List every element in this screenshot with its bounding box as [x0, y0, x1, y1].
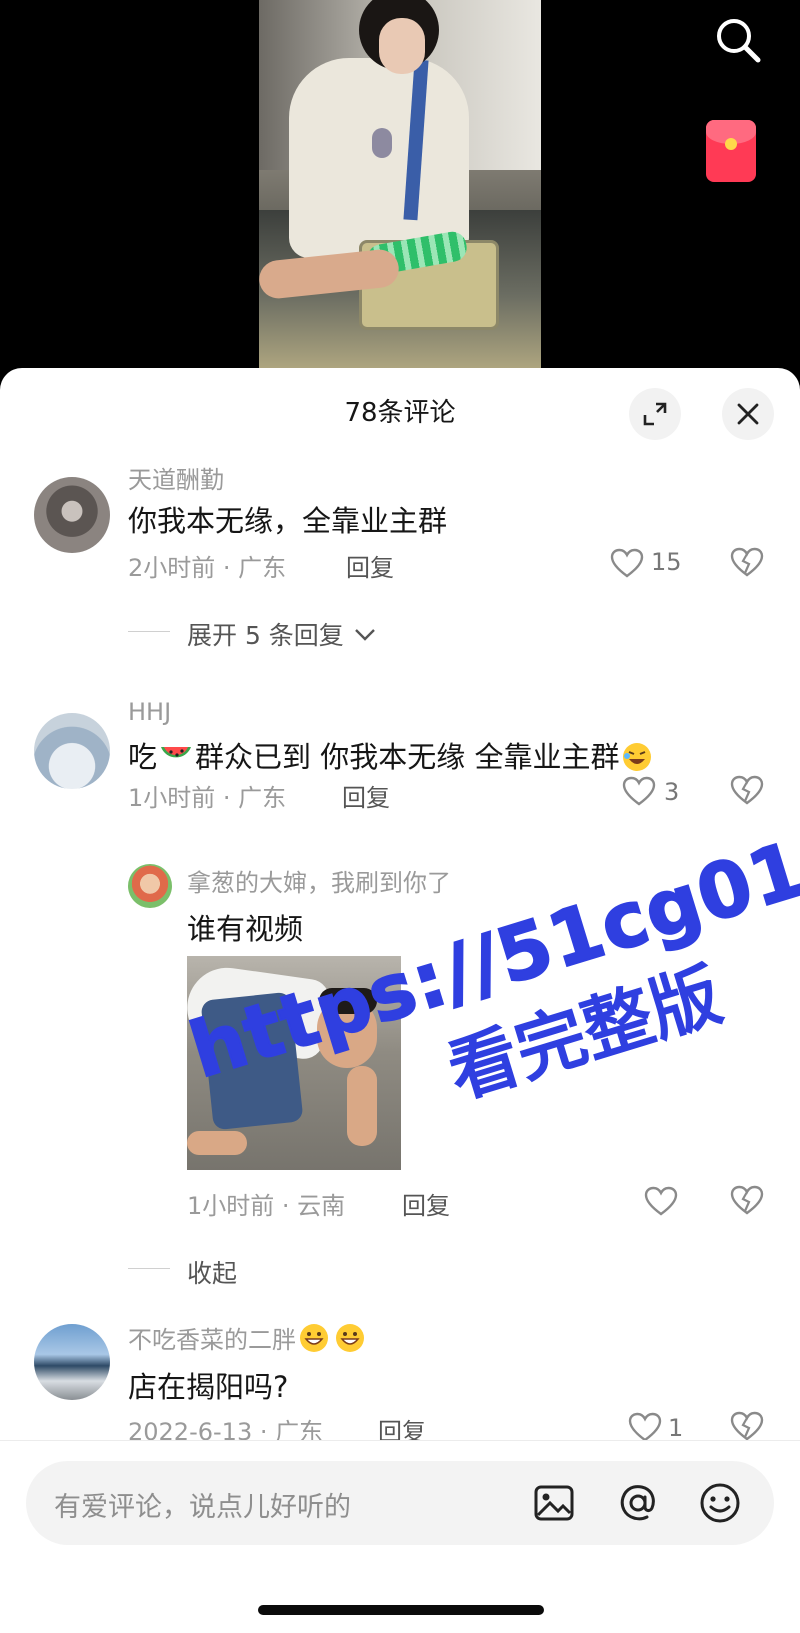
watermelon-icon [161, 747, 192, 758]
comment-text: 你我本无缘，全靠业主群 [128, 504, 448, 538]
avatar[interactable] [34, 1324, 110, 1400]
comment-input[interactable]: 有爱评论，说点儿好听的 [26, 1461, 774, 1545]
heart-icon[interactable] [628, 1412, 662, 1442]
like-count: 3 [664, 778, 680, 806]
reply-button[interactable]: 回复 [402, 1186, 450, 1221]
video-frame [259, 0, 541, 380]
heart-icon[interactable] [622, 776, 656, 806]
close-button[interactable] [722, 388, 774, 440]
broken-heart-icon[interactable] [730, 1410, 764, 1442]
comment-input-placeholder: 有爱评论，说点儿好听的 [54, 1492, 351, 1523]
broken-heart-icon[interactable] [730, 1184, 764, 1216]
comment-text: 吃 群众已到 你我本无缘 全靠业主群 [128, 734, 655, 776]
avatar[interactable] [34, 713, 110, 789]
expand-icon [643, 402, 667, 426]
comment-username-text: 不吃香菜的二胖 [128, 1326, 296, 1354]
reply-username[interactable]: 拿葱的大婶，我刷到你了 [187, 863, 451, 898]
expand-replies-button[interactable]: 展开 5 条回复 [187, 616, 376, 652]
broken-heart-icon[interactable] [730, 546, 764, 578]
comment-text: 店在揭阳吗? [128, 1370, 289, 1404]
expand-button[interactable] [629, 388, 681, 440]
search-icon[interactable] [714, 16, 762, 64]
video-player[interactable] [0, 0, 800, 380]
comment-username[interactable]: 天道酬勤 [128, 460, 224, 495]
comment-meta: 2小时前 · 广东 [128, 554, 287, 582]
at-icon[interactable] [616, 1481, 660, 1525]
divider [128, 631, 170, 632]
comment-text-part: 群众已到 你我本无缘 全靠业主群 [195, 740, 620, 774]
comment-username[interactable]: 不吃香菜的二胖 [128, 1320, 368, 1355]
image-icon[interactable] [532, 1481, 576, 1525]
divider [128, 1268, 170, 1269]
reply-meta: 1小时前 · 云南 [187, 1192, 346, 1220]
reply-button[interactable]: 回复 [346, 548, 394, 583]
red-packet-icon[interactable] [706, 120, 756, 182]
comment-input-bar: 有爱评论，说点儿好听的 [0, 1440, 800, 1633]
expand-replies-label: 展开 5 条回复 [187, 621, 344, 650]
emoji-icon[interactable] [698, 1481, 742, 1525]
avatar[interactable] [128, 864, 172, 908]
collapse-replies-button[interactable]: 收起 [187, 1254, 237, 1290]
grinning-emoji-icon [300, 1324, 328, 1352]
like-count: 1 [668, 1414, 684, 1442]
heart-icon[interactable] [644, 1186, 678, 1216]
broken-heart-icon[interactable] [730, 774, 764, 806]
like-count: 15 [651, 548, 682, 576]
chevron-down-icon [354, 629, 375, 641]
reply-button[interactable]: 回复 [342, 778, 390, 813]
close-icon [737, 403, 759, 425]
heart-icon[interactable] [610, 548, 644, 578]
laughing-emoji-icon [623, 743, 652, 771]
home-indicator [258, 1605, 544, 1615]
reply-text: 谁有视频 [187, 912, 304, 946]
comment-text-part: 吃 [128, 740, 158, 774]
comment-username[interactable]: HHJ [128, 698, 171, 726]
comment-meta: 1小时前 · 广东 [128, 784, 287, 812]
avatar[interactable] [34, 477, 110, 553]
grinning-emoji-icon [336, 1324, 364, 1352]
